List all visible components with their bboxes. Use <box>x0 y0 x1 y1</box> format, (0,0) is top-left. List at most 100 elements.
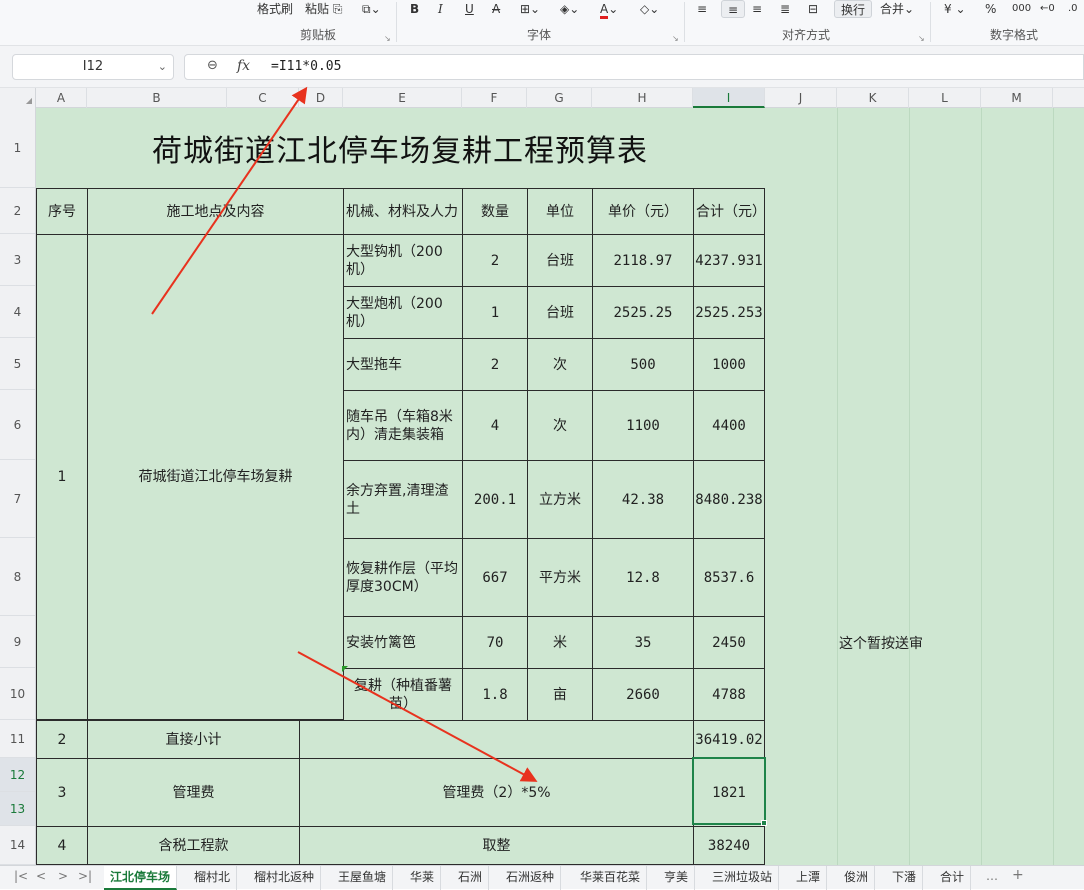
item-name-cell[interactable]: 随车吊（车箱8米内）清走集装箱 <box>343 390 463 461</box>
distribute-icon[interactable]: ⊟ <box>808 0 818 18</box>
sheet-tab[interactable]: 榴村北 <box>188 866 238 890</box>
item-unit-cell[interactable]: 台班 <box>527 234 593 287</box>
first-sheet-icon[interactable]: |< <box>14 869 28 883</box>
copy-options-icon[interactable]: ⧉⌄ <box>362 0 381 18</box>
header-seq[interactable]: 序号 <box>36 188 88 235</box>
item-total-cell[interactable]: 4788 <box>693 668 765 721</box>
item-price-cell[interactable]: 2525.25 <box>592 286 694 339</box>
next-sheet-icon[interactable]: > <box>58 869 68 883</box>
font-launcher-icon[interactable]: ↘ <box>672 34 679 43</box>
item-price-cell[interactable]: 12.8 <box>592 538 694 617</box>
align-center-icon[interactable]: ≡ <box>721 0 746 18</box>
summary-seq-cell[interactable]: 3 <box>36 758 88 827</box>
justify-icon[interactable]: ≣ <box>780 0 790 18</box>
chevron-down-icon[interactable]: ⌄ <box>158 55 167 79</box>
header-price[interactable]: 单价（元） <box>592 188 694 235</box>
item-qty-cell[interactable]: 2 <box>462 234 528 287</box>
row-header[interactable]: 8 <box>0 538 35 616</box>
header-location[interactable]: 施工地点及内容 <box>87 188 344 235</box>
item-total-cell[interactable]: 8537.6 <box>693 538 765 617</box>
group-location-cell[interactable]: 荷城街道江北停车场复耕 <box>87 234 344 720</box>
row-header[interactable]: 10 <box>0 668 35 720</box>
item-unit-cell[interactable]: 立方米 <box>527 460 593 539</box>
item-qty-cell[interactable]: 1 <box>462 286 528 339</box>
italic-icon[interactable]: I <box>438 0 443 18</box>
column-header[interactable]: L <box>909 88 981 108</box>
summary-total-cell[interactable]: 38240 <box>693 826 765 865</box>
bold-icon[interactable]: B <box>410 0 419 18</box>
item-total-cell[interactable]: 8480.238 <box>693 460 765 539</box>
column-header[interactable]: G <box>527 88 592 108</box>
decimal-increase-icon[interactable]: ←0 <box>1040 0 1055 18</box>
item-name-cell[interactable]: 大型炮机（200机） <box>343 286 463 339</box>
column-header[interactable]: B <box>87 88 227 108</box>
sheet-tab[interactable]: 石洲 <box>452 866 490 890</box>
add-sheet-icon[interactable]: + <box>1012 867 1024 883</box>
column-header[interactable]: F <box>462 88 527 108</box>
item-qty-cell[interactable]: 667 <box>462 538 528 617</box>
name-box[interactable]: I12 ⌄ <box>12 54 174 80</box>
thousands-icon[interactable]: 000 <box>1012 0 1031 18</box>
column-header[interactable]: M <box>981 88 1053 108</box>
row-header[interactable]: 11 <box>0 720 35 758</box>
item-price-cell[interactable]: 35 <box>592 616 694 669</box>
sheet-tab[interactable]: 亨美 <box>658 866 696 890</box>
item-qty-cell[interactable]: 1.8 <box>462 668 528 721</box>
align-left-icon[interactable]: ≡ <box>697 0 707 18</box>
row-header[interactable]: 1 <box>0 108 35 188</box>
row-header[interactable]: 7 <box>0 460 35 538</box>
item-unit-cell[interactable]: 次 <box>527 338 593 391</box>
item-qty-cell[interactable]: 2 <box>462 338 528 391</box>
summary-label-cell[interactable]: 管理费 <box>87 758 300 827</box>
column-header[interactable]: A <box>36 88 87 108</box>
item-qty-cell[interactable]: 200.1 <box>462 460 528 539</box>
row-header-selected[interactable]: 12 <box>0 758 35 792</box>
item-unit-cell[interactable]: 米 <box>527 616 593 669</box>
header-total[interactable]: 合计（元） <box>693 188 765 235</box>
header-item[interactable]: 机械、材料及人力 <box>343 188 463 235</box>
fx-icon[interactable]: fx <box>237 58 250 74</box>
sheet-tab-active[interactable]: 江北停车场 <box>104 866 178 890</box>
item-price-cell[interactable]: 1100 <box>592 390 694 461</box>
clear-format-icon[interactable]: ◇⌄ <box>640 0 659 18</box>
group-seq-cell[interactable]: 1 <box>36 234 88 720</box>
sheet-tab[interactable]: 下潘 <box>886 866 924 890</box>
column-header[interactable]: J <box>765 88 837 108</box>
percent-button[interactable]: % <box>985 0 996 18</box>
sheet-tab[interactable]: 上潭 <box>790 866 828 890</box>
underline-icon[interactable]: U <box>465 0 474 18</box>
summary-label-cell[interactable]: 含税工程款 <box>87 826 300 865</box>
column-header[interactable]: E <box>343 88 462 108</box>
row-header[interactable]: 2 <box>0 188 35 234</box>
summary-seq-cell[interactable]: 4 <box>36 826 88 865</box>
summary-total-cell[interactable]: 36419.02 <box>693 720 765 759</box>
row-header[interactable]: 14 <box>0 826 35 865</box>
sheet-title[interactable]: 荷城街道江北停车场复耕工程预算表 <box>36 108 764 188</box>
prev-sheet-icon[interactable]: < <box>36 869 46 883</box>
row-header[interactable]: 3 <box>0 234 35 286</box>
item-price-cell[interactable]: 2118.97 <box>592 234 694 287</box>
review-note[interactable]: 这个暂按送审 <box>839 633 923 653</box>
row-header[interactable]: 4 <box>0 286 35 338</box>
wrap-text-button[interactable]: 换行 <box>834 0 873 18</box>
formula-input[interactable]: ⊖ fx =I11*0.05 <box>184 54 1084 80</box>
item-qty-cell[interactable]: 4 <box>462 390 528 461</box>
item-total-cell[interactable]: 1000 <box>693 338 765 391</box>
column-header[interactable]: D <box>299 88 343 108</box>
align-launcher-icon[interactable]: ↘ <box>918 34 925 43</box>
item-name-cell[interactable]: 安装竹篱笆 <box>343 616 463 669</box>
last-sheet-icon[interactable]: >| <box>78 869 92 883</box>
item-name-cell[interactable]: 大型拖车 <box>343 338 463 391</box>
fill-color-icon[interactable]: ◈⌄ <box>560 0 579 18</box>
align-right-icon[interactable]: ≡ <box>752 0 762 18</box>
column-header[interactable]: C <box>227 88 299 108</box>
sheet-tab[interactable]: 三洲垃圾站 <box>706 866 780 890</box>
header-unit[interactable]: 单位 <box>527 188 593 235</box>
row-header-selected[interactable]: 13 <box>0 792 35 826</box>
spreadsheet-grid[interactable]: A B C D E F G H I J K L M ◢ 1 2 3 4 5 6 … <box>0 88 1084 865</box>
strikethrough-icon[interactable]: A <box>492 0 500 18</box>
more-tabs-icon[interactable]: … <box>986 869 998 883</box>
item-unit-cell[interactable]: 平方米 <box>527 538 593 617</box>
sheet-tab[interactable]: 俊洲 <box>838 866 876 890</box>
sheet-tab[interactable]: 石洲返种 <box>500 866 562 890</box>
